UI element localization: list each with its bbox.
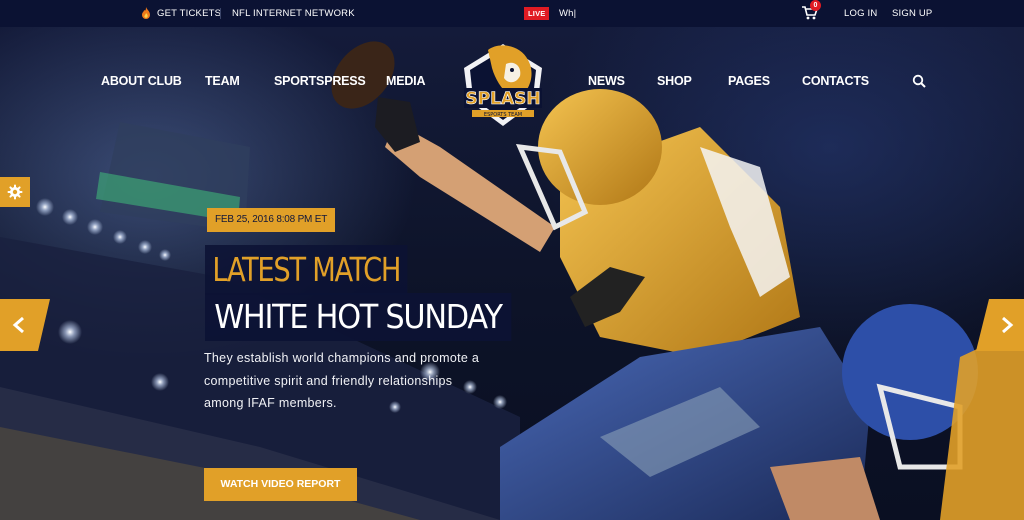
settings-tab[interactable] [0, 177, 30, 207]
gear-icon [7, 184, 23, 200]
nfl-network-link[interactable]: NFL INTERNET NETWORK [232, 0, 355, 27]
nav-shop[interactable]: SHOP [657, 74, 692, 88]
get-tickets-link[interactable]: GET TICKETS [157, 0, 221, 27]
logo-wordmark: SPLASH [465, 89, 540, 109]
signup-link[interactable]: SIGN UP [892, 0, 932, 27]
nav-news[interactable]: NEWS [588, 74, 625, 88]
nav-team[interactable]: TEAM [205, 74, 240, 88]
fire-icon [142, 7, 150, 19]
search-icon[interactable] [912, 74, 926, 88]
match-date-tag: FEB 25, 2016 8:08 PM ET [207, 208, 336, 232]
top-bar: GET TICKETS NFL INTERNET NETWORK LIVE Wh… [0, 0, 1024, 27]
login-link[interactable]: LOG IN [844, 0, 877, 27]
nav-contacts[interactable]: CONTACTS [802, 74, 869, 88]
live-ticker-text[interactable]: Wh| [559, 0, 576, 27]
divider [220, 8, 221, 19]
nav-sportspress[interactable]: SPORTSPRESS [274, 74, 366, 88]
chevron-left-icon [12, 316, 24, 334]
logo-tagline: ESPORTS TEAM [484, 112, 522, 118]
chevron-right-icon [1002, 316, 1014, 334]
nav-media[interactable]: MEDIA [386, 74, 425, 88]
hero-title-line2: WHITE HOT SUNDAY [205, 293, 511, 341]
hero-title-line1: LATEST MATCH [205, 245, 408, 295]
live-badge: LIVE [524, 7, 550, 20]
hero-description: They establish world champions and promo… [204, 351, 480, 410]
nav-about-club[interactable]: ABOUT CLUB [101, 74, 182, 88]
cart-count-badge: 0 [810, 0, 821, 11]
watch-video-report-button[interactable]: WATCH VIDEO REPORT [204, 468, 357, 501]
hero-slider: ABOUT CLUB TEAM SPORTSPRESS MEDIA NEWS S… [0, 27, 1024, 520]
nav-pages[interactable]: PAGES [728, 74, 770, 88]
splash-logo[interactable]: SPLASH ESPORTS TEAM [458, 38, 548, 130]
